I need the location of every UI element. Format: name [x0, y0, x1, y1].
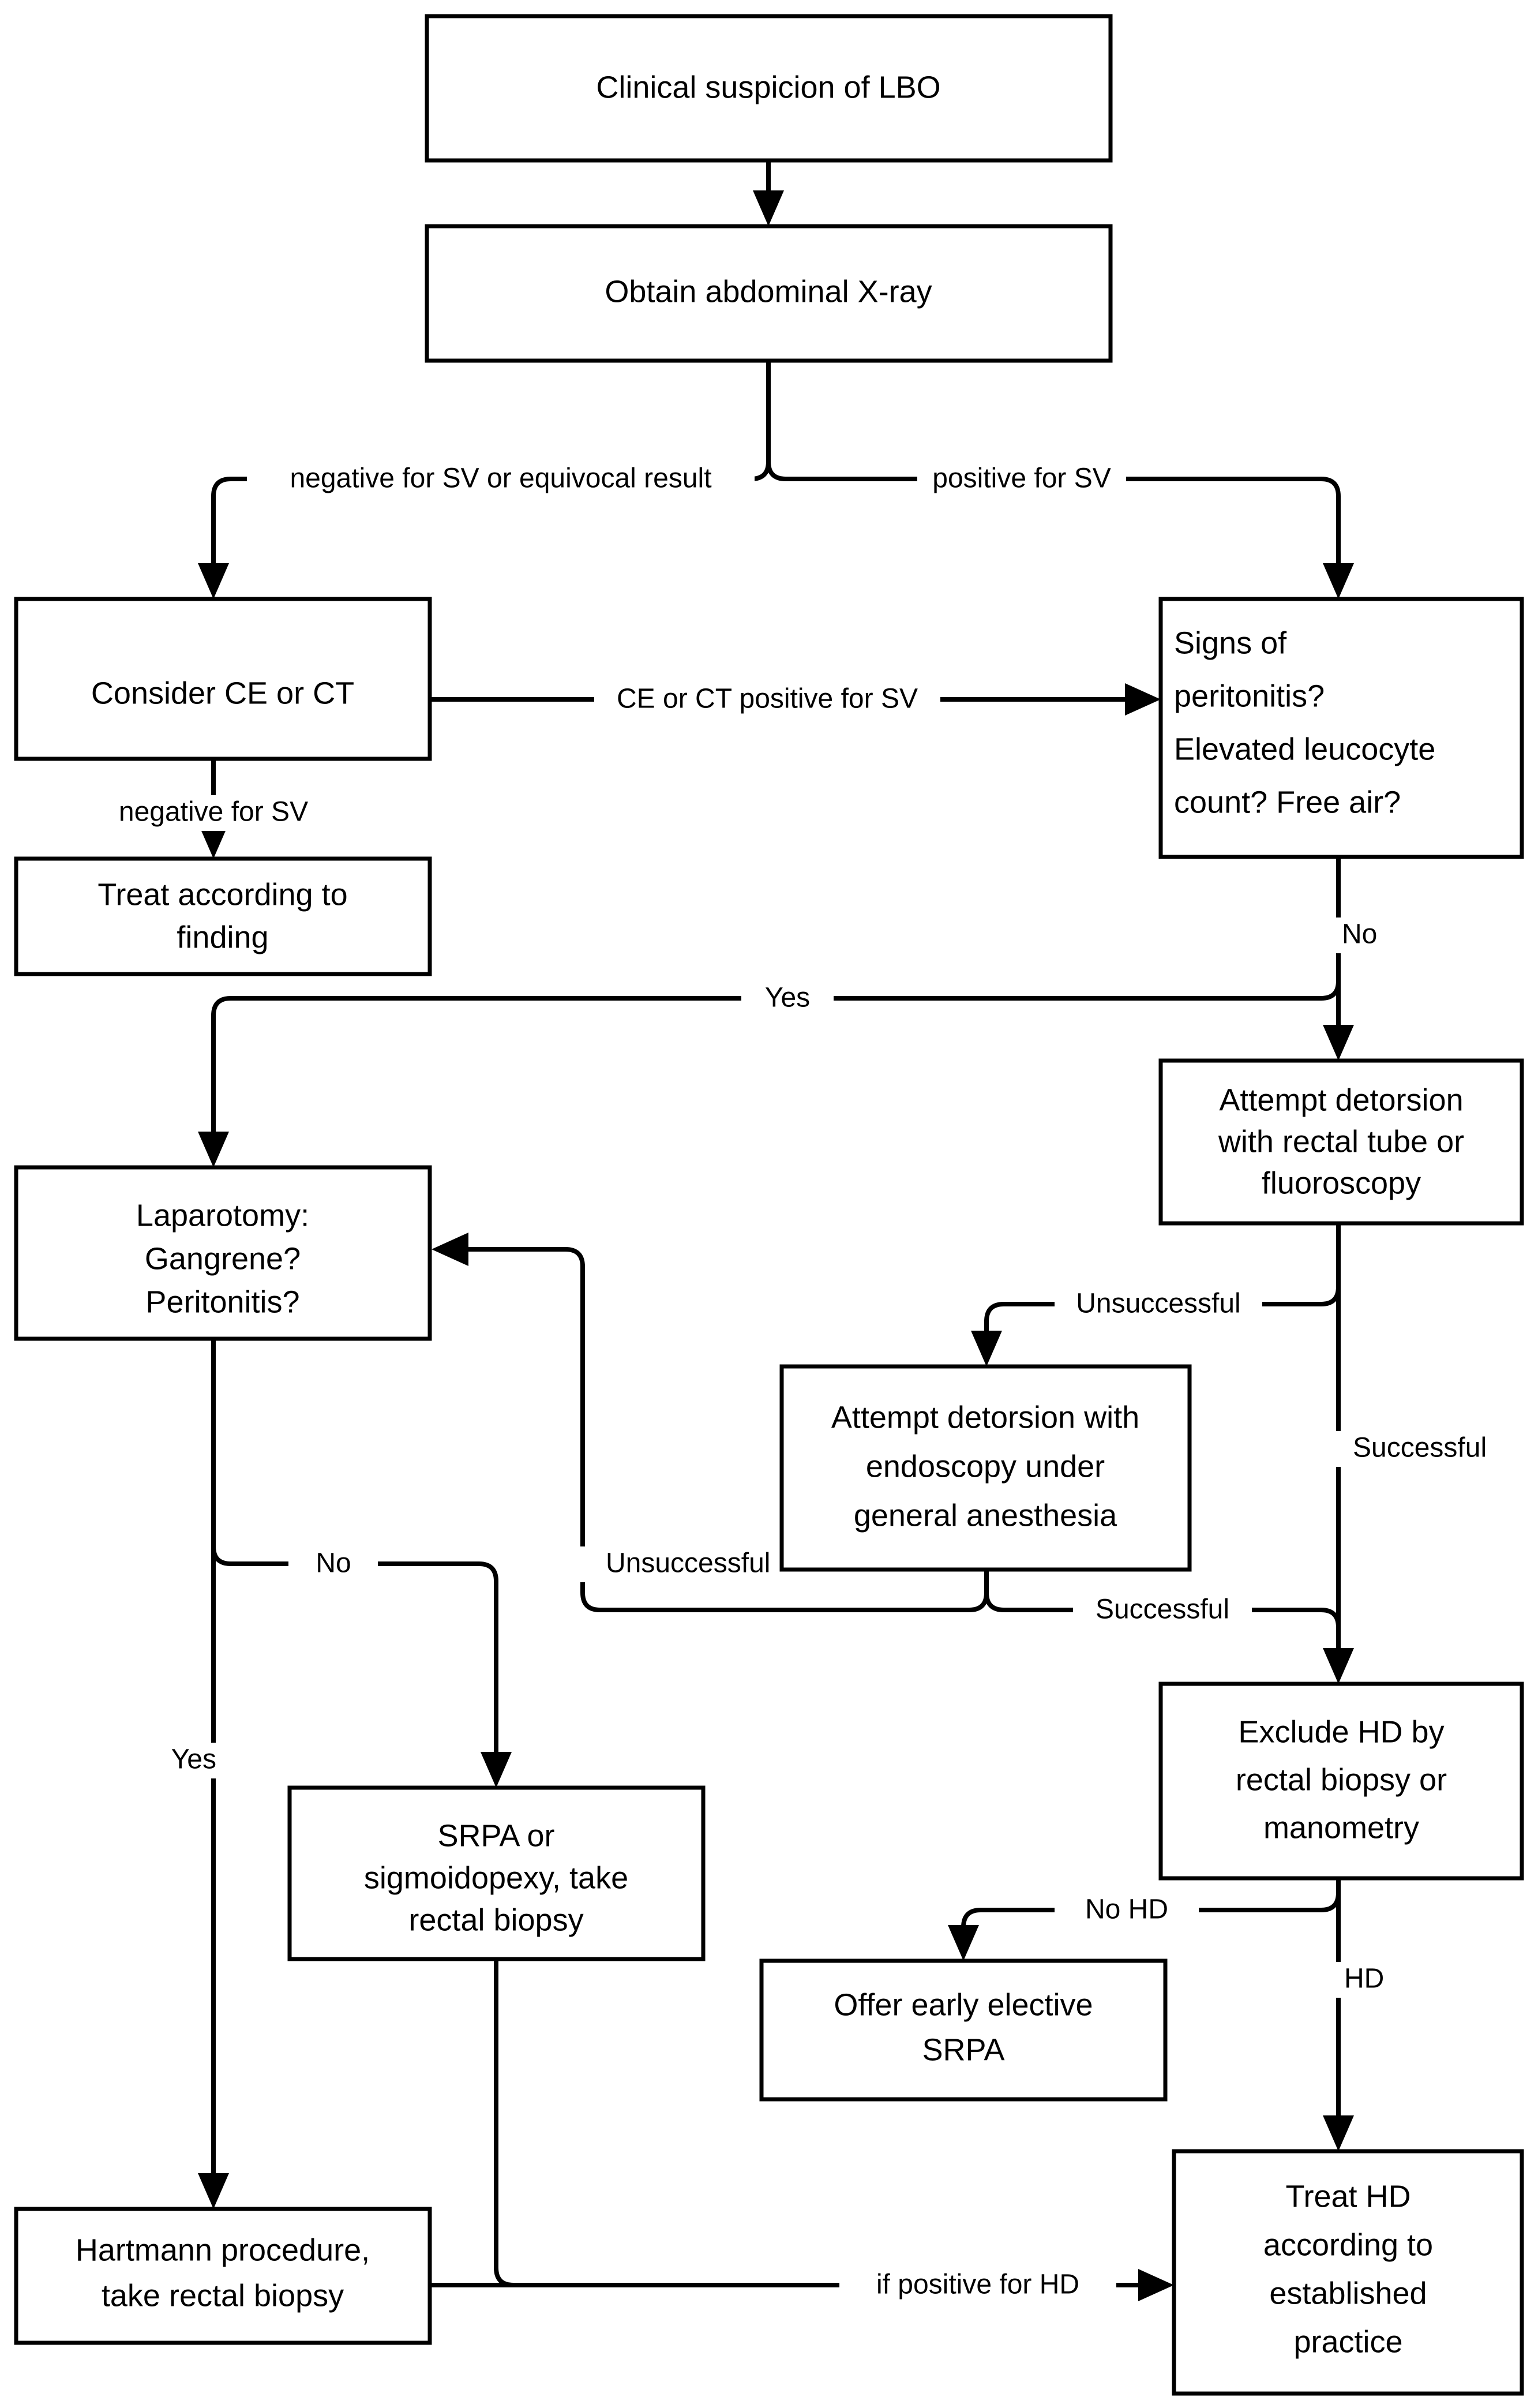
node-attempt-detorsion-endoscopy[interactable]: Attempt detorsion with endoscopy under g… [779, 1364, 1192, 1572]
edge-label-text-hd: HD [1344, 1964, 1384, 1994]
node-treat-according-finding[interactable]: Treat according to finding [14, 856, 432, 976]
node-signs-peritonitis[interactable]: Signs of peritonitis? Elevated leucocyte… [1158, 597, 1524, 859]
node-text-detorsion-rectal-line3: fluoroscopy [1262, 1166, 1421, 1200]
node-text-hartmann-line1: Hartmann procedure, [76, 2233, 370, 2267]
node-text-treat-finding-line2: finding [177, 920, 268, 954]
edge-suspicion-to-xray [753, 160, 784, 226]
edge-label-text-negative-sv-equivocal: negative for SV or equivocal result [290, 463, 711, 494]
node-text-srpa-line1: SRPA or [437, 1818, 554, 1853]
node-text-laparotomy-line3: Peritonitis? [145, 1284, 299, 1319]
node-text-laparotomy-line2: Gangrene? [145, 1241, 301, 1276]
node-text-detorsion-rectal-line1: Attempt detorsion [1219, 1083, 1463, 1117]
edge-label-successful-endoscopy: Successful [1073, 1593, 1252, 1628]
node-text-exclude-hd-line1: Exclude HD by [1238, 1714, 1444, 1749]
node-text-peritonitis-line2: peritonitis? [1174, 679, 1325, 713]
edge-label-no-hd: No HD [1055, 1893, 1199, 1928]
node-text-treat-finding-line1: Treat according to [97, 877, 347, 912]
edge-label-text-no-peritonitis: No [1342, 919, 1377, 950]
edge-label-negative-for-sv: negative for SV [110, 795, 317, 831]
edge-label-hd: HD [1297, 1962, 1384, 1998]
node-text-detorsion-endoscopy-line1: Attempt detorsion with [831, 1400, 1139, 1435]
node-laparotomy[interactable]: Laparotomy: Gangrene? Peritonitis? [14, 1165, 432, 1341]
edge-label-text-laparotomy-yes: Yes [171, 1744, 216, 1775]
node-obtain-xray[interactable]: Obtain abdominal X-ray [425, 224, 1113, 363]
node-text-obtain-xray: Obtain abdominal X-ray [605, 274, 932, 309]
node-text-peritonitis-line3: Elevated leucocyte [1174, 732, 1435, 766]
edge-label-text-ce-ct-positive-sv: CE or CT positive for SV [617, 684, 918, 714]
edge-label-successful-rectal: Successful [1263, 1431, 1487, 1467]
edge-label-text-yes-peritonitis: Yes [765, 983, 810, 1013]
node-text-offer-srpa-line2: SRPA [922, 2032, 1004, 2067]
edge-label-text-successful-endoscopy: Successful [1096, 1594, 1229, 1625]
node-text-peritonitis-line1: Signs of [1174, 626, 1287, 660]
node-text-laparotomy-line1: Laparotomy: [136, 1198, 309, 1233]
node-text-treat-hd-line2: according to [1263, 2227, 1433, 2262]
edge-label-text-unsuccessful-rectal: Unsuccessful [1076, 1289, 1240, 1319]
flowchart-svg: Clinical suspicion of LBO Obtain abdomin… [14, 14, 1524, 2396]
edge-label-laparotomy-no: No [288, 1546, 378, 1582]
node-text-srpa-line2: sigmoidopexy, take [364, 1860, 628, 1895]
edge-label-unsuccessful-rectal: Unsuccessful [1055, 1287, 1262, 1323]
node-text-detorsion-endoscopy-line3: general anesthesia [854, 1498, 1117, 1533]
node-text-exclude-hd-line3: manometry [1263, 1810, 1419, 1845]
node-text-treat-hd-line4: practice [1293, 2324, 1402, 2359]
node-text-consider-ce-ct: Consider CE or CT [91, 676, 354, 710]
edge-label-text-unsuccessful-endoscopy: Unsuccessful [606, 1548, 770, 1579]
edge-exclude-hd [1323, 1878, 1354, 2151]
edge-label-yes-peritonitis: Yes [741, 981, 834, 1017]
node-text-srpa-line3: rectal biopsy [408, 1903, 583, 1937]
node-hartmann[interactable]: Hartmann procedure, take rectal biopsy [14, 2207, 432, 2345]
node-text-treat-hd-line3: established [1269, 2276, 1427, 2310]
edge-label-ce-ct-positive-sv: CE or CT positive for SV [594, 682, 940, 718]
node-offer-early-srpa[interactable]: Offer early elective SRPA [759, 1958, 1168, 2102]
edge-label-text-laparotomy-no: No [316, 1548, 351, 1579]
node-attempt-detorsion-rectal[interactable]: Attempt detorsion with rectal tube or fl… [1158, 1058, 1524, 1226]
edge-label-negative-sv-equivocal: negative for SV or equivocal result [247, 462, 755, 497]
node-text-detorsion-rectal-line2: with rectal tube or [1218, 1124, 1464, 1159]
node-treat-hd[interactable]: Treat HD according to established practi… [1172, 2149, 1524, 2396]
node-srpa-sigmoidopexy[interactable]: SRPA or sigmoidopexy, take rectal biopsy [287, 1785, 706, 1961]
edge-label-text-successful-rectal: Successful [1353, 1433, 1487, 1463]
node-text-offer-srpa-line1: Offer early elective [834, 1987, 1093, 2022]
edge-label-unsuccessful-endoscopy: Unsuccessful [502, 1546, 770, 1582]
node-clinical-suspicion[interactable]: Clinical suspicion of LBO [425, 14, 1113, 163]
edge-label-positive-sv: positive for SV [917, 462, 1126, 497]
node-text-treat-hd-line1: Treat HD [1285, 2179, 1411, 2214]
node-text-peritonitis-line4: count? Free air? [1174, 785, 1401, 819]
flowchart-canvas: Clinical suspicion of LBO Obtain abdomin… [0, 0, 1538, 2408]
node-text-detorsion-endoscopy-line2: endoscopy under [866, 1449, 1105, 1484]
node-text-hartmann-line2: take rectal biopsy [102, 2278, 344, 2313]
edge-label-no-peritonitis: No [1297, 917, 1386, 953]
edge-label-text-no-hd: No HD [1085, 1894, 1168, 1925]
edge-label-text-positive-sv: positive for SV [932, 463, 1111, 494]
node-text-clinical-suspicion: Clinical suspicion of LBO [596, 70, 940, 104]
edge-label-laparotomy-yes: Yes [167, 1743, 265, 1778]
node-exclude-hd[interactable]: Exclude HD by rectal biopsy or manometry [1158, 1682, 1524, 1881]
edge-peritonitis-no [1323, 857, 1354, 1061]
edge-label-if-positive-for-hd: if positive for HD [839, 2268, 1116, 2304]
node-text-exclude-hd-line2: rectal biopsy or [1236, 1762, 1447, 1797]
edge-label-text-if-positive-for-hd: if positive for HD [876, 2270, 1079, 2300]
edge-label-text-negative-for-sv: negative for SV [119, 797, 308, 827]
node-consider-ce-ct[interactable]: Consider CE or CT [14, 597, 432, 761]
